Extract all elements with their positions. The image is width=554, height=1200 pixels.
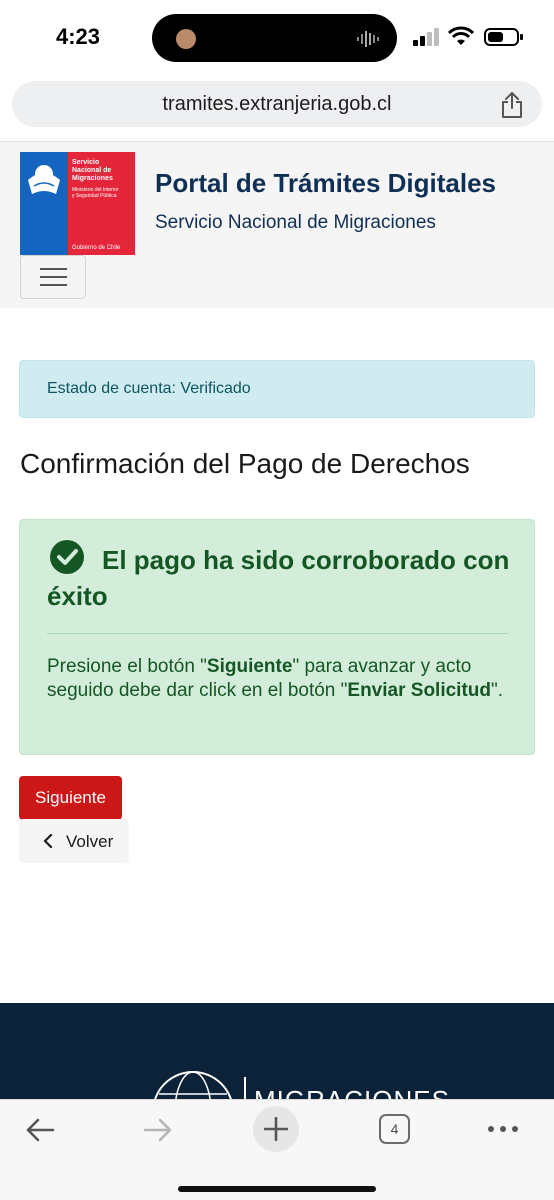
back-label: Volver — [66, 832, 114, 851]
logo-line1: Servicio — [72, 159, 99, 166]
siguiente-emphasis: Siguiente — [206, 656, 293, 677]
cellular-signal-icon — [413, 28, 439, 46]
status-time: 4:23 — [56, 24, 101, 49]
footer-brand: MIGRACIONES — [254, 1085, 450, 1099]
footer-separator — [244, 1077, 246, 1099]
now-playing-avatar-icon — [176, 29, 196, 49]
new-tab-button[interactable] — [253, 1106, 299, 1152]
page-title: Confirmación del Pago de Derechos — [20, 448, 470, 479]
wifi-icon — [448, 26, 474, 45]
success-instructions: Presione el botón "Siguiente" para avanz… — [47, 656, 504, 701]
account-status-text: Estado de cuenta: Verificado — [47, 380, 251, 397]
battery-icon — [484, 28, 523, 46]
plus-icon — [264, 1117, 288, 1141]
site-header: Servicio Nacional de Migraciones Ministe… — [0, 141, 554, 308]
browser-toolbar: 4 — [0, 1099, 554, 1200]
enviar-solicitud-emphasis: Enviar Solicitud — [347, 680, 491, 701]
home-indicator[interactable] — [178, 1186, 376, 1192]
divider — [47, 633, 508, 634]
menu-button[interactable] — [20, 255, 86, 299]
share-icon[interactable] — [500, 91, 524, 119]
portal-subtitle: Servicio Nacional de Migraciones — [155, 212, 436, 233]
arrow-right-icon[interactable] — [142, 1116, 174, 1144]
arrow-left-icon[interactable] — [24, 1116, 56, 1144]
logo-line5: y Seguridad Pública — [72, 193, 117, 199]
success-heading: El pago ha sido corroborado con éxito — [47, 545, 510, 611]
logo-line3: Migraciones — [72, 175, 113, 182]
more-options-icon[interactable] — [487, 1124, 519, 1134]
hamburger-icon — [40, 268, 67, 270]
logo-line2: Nacional de — [72, 167, 111, 174]
payment-success-alert: El pago ha sido corroborado con éxito Pr… — [19, 519, 535, 755]
tab-switcher-button[interactable]: 4 — [379, 1114, 410, 1144]
audio-waveform-icon — [357, 31, 379, 47]
status-bar: 4:23 — [0, 0, 554, 76]
chevron-left-icon — [43, 834, 53, 848]
account-status-alert: Estado de cuenta: Verificado — [19, 360, 535, 418]
next-button[interactable]: Siguiente — [19, 776, 122, 820]
back-button[interactable]: Volver — [19, 819, 129, 863]
url-text[interactable]: tramites.extranjeria.gob.cl — [12, 93, 542, 116]
portal-title[interactable]: Portal de Trámites Digitales — [155, 168, 496, 199]
dynamic-island — [152, 14, 397, 62]
site-footer: MIGRACIONES — [0, 1003, 554, 1099]
gobierno-de-chile-logo[interactable]: Servicio Nacional de Migraciones Ministe… — [20, 152, 135, 255]
logo-line6: Gobierno de Chile — [72, 245, 121, 251]
address-bar[interactable]: tramites.extranjeria.gob.cl — [12, 81, 542, 127]
globe-icon — [154, 1071, 232, 1099]
